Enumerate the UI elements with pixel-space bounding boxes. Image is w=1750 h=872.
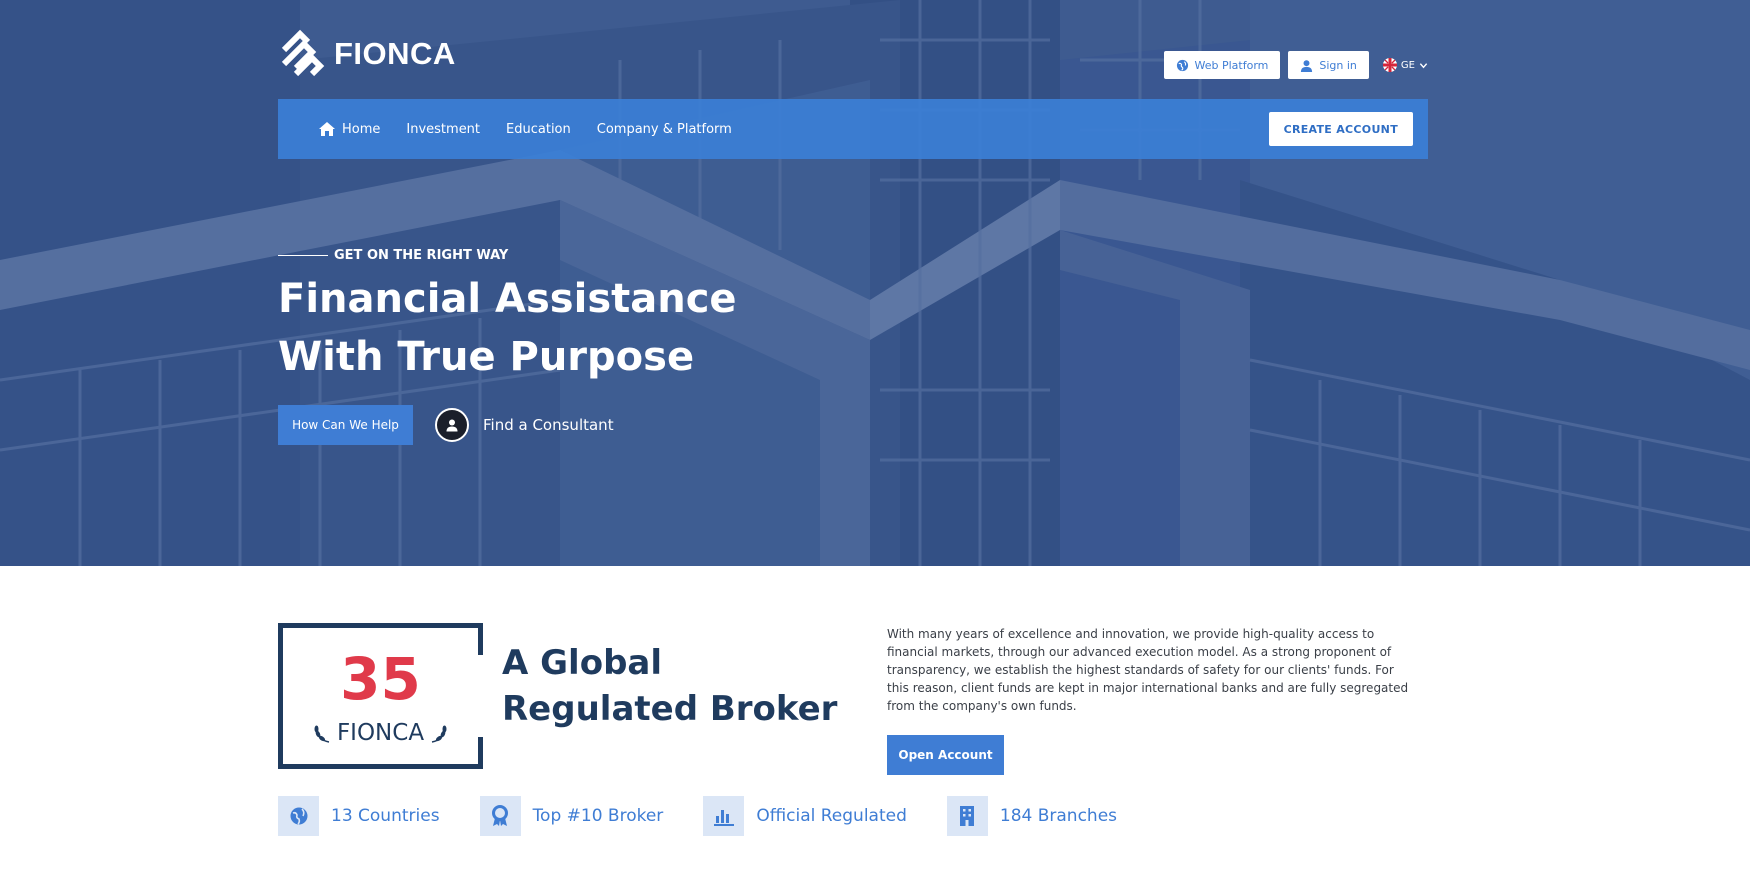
user-icon (1301, 59, 1313, 72)
nav-item-label: Home (342, 121, 381, 137)
stat-regulated: Official Regulated (703, 796, 907, 836)
about-paragraph: With many years of excellence and innova… (887, 627, 1409, 713)
years-badge: 35 FIONCA (278, 623, 483, 769)
badge-corner (478, 623, 483, 655)
nav-item-company-platform[interactable]: Company & Platform (597, 122, 732, 137)
badge-corner (478, 737, 483, 769)
globe-icon (290, 807, 307, 825)
award-icon (492, 805, 509, 826)
find-consultant-link[interactable]: Find a Consultant (435, 408, 614, 442)
globe-icon (1176, 59, 1188, 71)
language-label: GE (1400, 59, 1415, 71)
hero-overlay (0, 0, 1750, 566)
hero-section: FIONCA Web Platform Sign in GE Home Inve… (0, 0, 1750, 566)
nav-item-education[interactable]: Education (506, 122, 571, 137)
years-brand: FIONCA (283, 720, 478, 746)
uk-flag-icon (1382, 58, 1397, 72)
sign-in-label: Sign in (1319, 58, 1357, 72)
stat-label: 13 Countries (331, 806, 440, 826)
stat-label: Official Regulated (756, 806, 907, 826)
how-can-we-help-button[interactable]: How Can We Help (278, 405, 413, 445)
language-selector[interactable]: GE (1382, 58, 1428, 72)
stat-label: 184 Branches (999, 806, 1118, 826)
stat-countries: 13 Countries (278, 796, 440, 836)
open-account-button[interactable]: Open Account (887, 735, 1004, 775)
nav-item-label: Company & Platform (596, 121, 732, 137)
tagline-text: GET ON THE RIGHT WAY (334, 248, 509, 263)
consultant-avatar (435, 408, 469, 442)
create-account-button[interactable]: CREATE ACCOUNT (1268, 112, 1413, 146)
user-icon (446, 419, 458, 432)
stat-icon-box (703, 796, 745, 836)
stat-icon-box (946, 796, 988, 836)
main-navbar: Home Investment Education Company & Plat… (278, 99, 1428, 159)
hero-headline: Financial Assistance With True Purpose (278, 270, 737, 386)
laurel-right-icon (431, 725, 447, 743)
nav-item-investment[interactable]: Investment (406, 122, 480, 137)
brand-name: FIONCA (334, 36, 456, 71)
nav-item-label: Investment (406, 121, 481, 137)
tagline-divider (278, 255, 328, 256)
headline-line-2: With True Purpose (278, 334, 695, 380)
consultant-label: Find a Consultant (483, 416, 614, 434)
stat-label: Top #10 Broker (532, 806, 664, 826)
brand-logo[interactable]: FIONCA (278, 28, 456, 80)
stat-icon-box (278, 796, 319, 836)
stat-branches: 184 Branches (946, 796, 1118, 836)
laurel-left-icon (314, 725, 330, 743)
headline-line-1: Financial Assistance (278, 276, 737, 322)
section-title: A Global Regulated Broker (502, 643, 838, 729)
web-platform-label: Web Platform (1194, 58, 1269, 72)
chevron-down-icon (1419, 62, 1428, 68)
home-icon (319, 122, 335, 136)
nav-item-home[interactable]: Home (318, 121, 380, 137)
years-brand-name: FIONCA (336, 720, 425, 746)
chart-icon (713, 810, 734, 826)
logo-mark-icon (281, 29, 325, 77)
nav-item-label: Education (506, 121, 571, 137)
sign-in-button[interactable]: Sign in (1288, 51, 1369, 79)
building-icon (960, 806, 975, 826)
years-number: 35 (340, 645, 421, 713)
stats-row: 13 Countries Top #10 Broker Official Reg… (278, 796, 1157, 836)
hero-tagline: GET ON THE RIGHT WAY (278, 248, 508, 263)
stat-broker-rank: Top #10 Broker (479, 796, 664, 836)
web-platform-button[interactable]: Web Platform (1163, 51, 1281, 79)
stat-icon-box (479, 796, 521, 836)
top-actions: Web Platform Sign in GE (1163, 51, 1428, 79)
nav-items: Home Investment Education Company & Plat… (318, 121, 732, 137)
